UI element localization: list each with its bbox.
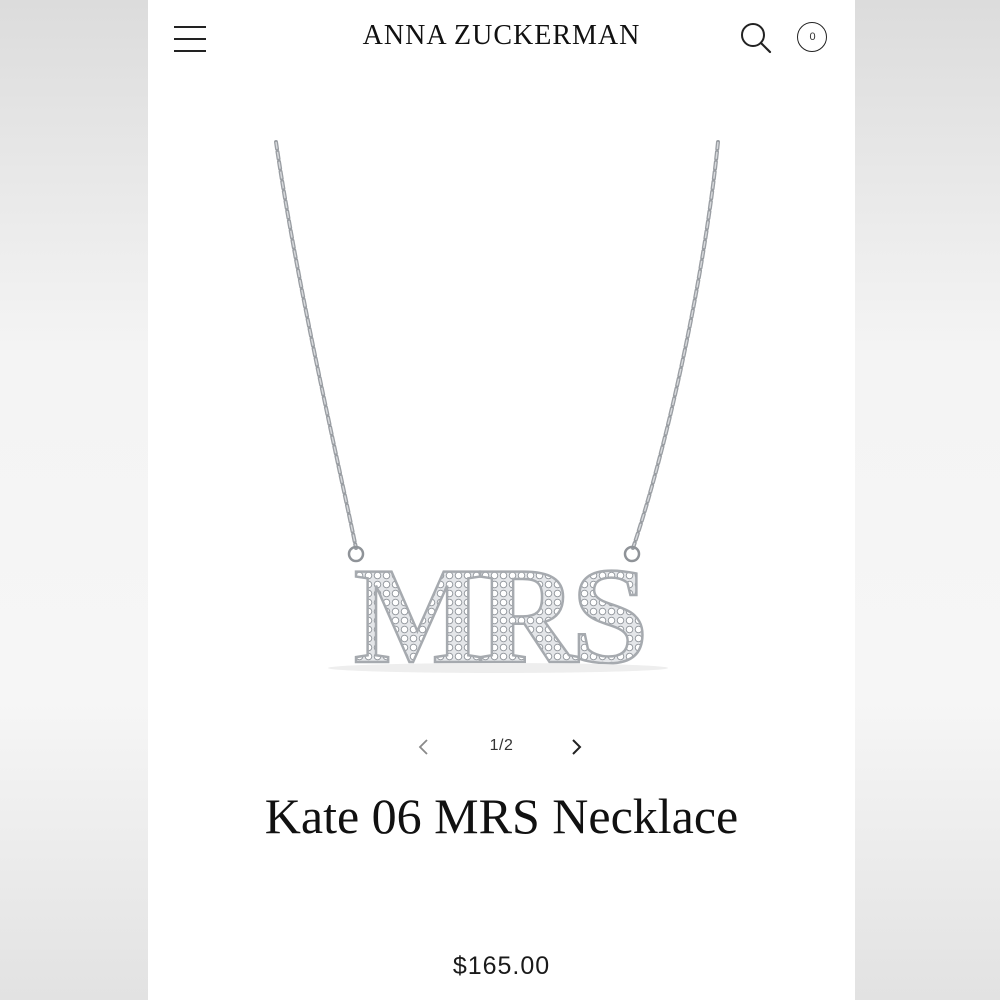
image-counter: 1/2 xyxy=(489,737,514,754)
site-header: ANNA ZUCKERMAN 0 xyxy=(148,0,855,80)
gallery-navigation: 1/2 xyxy=(148,730,855,764)
search-button[interactable] xyxy=(738,20,774,56)
next-image-button[interactable] xyxy=(564,735,588,759)
product-title: Kate 06 MRS Necklace xyxy=(264,788,739,844)
cart-count: 0 xyxy=(809,31,816,43)
cart-button[interactable]: 0 xyxy=(797,22,829,54)
product-price: $165.00 xyxy=(452,952,551,980)
product-image[interactable]: MRS xyxy=(148,130,855,693)
search-icon xyxy=(741,23,772,54)
chevron-right-icon xyxy=(572,739,582,755)
necklace-image: MRS xyxy=(274,140,720,693)
phone-screen: ANNA ZUCKERMAN 0 MRS 1/2 Kate 06 MRS Nec… xyxy=(148,0,855,1000)
backdrop-right xyxy=(855,0,1000,1000)
backdrop-left xyxy=(0,0,148,1000)
